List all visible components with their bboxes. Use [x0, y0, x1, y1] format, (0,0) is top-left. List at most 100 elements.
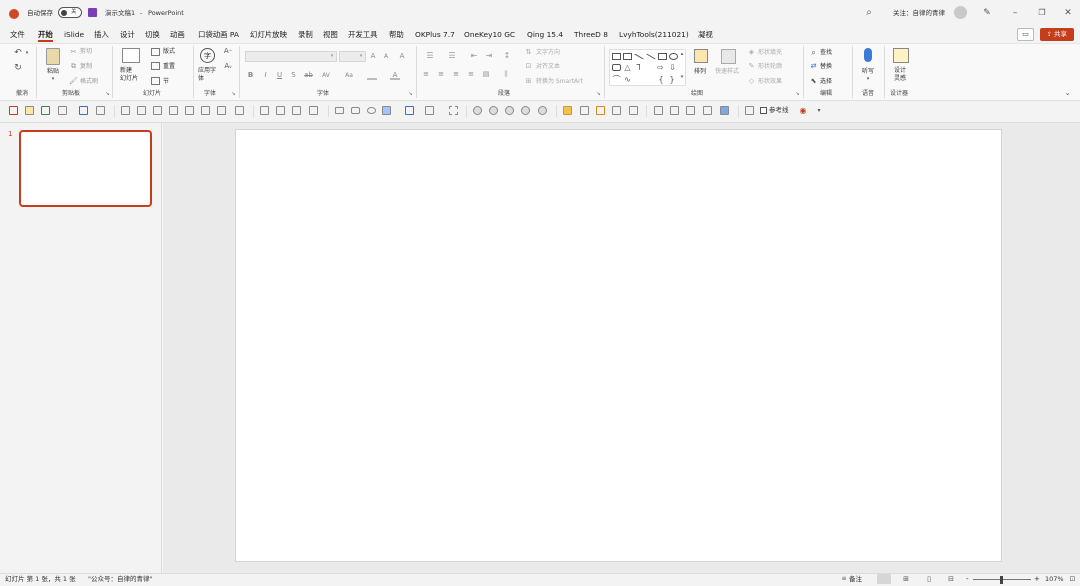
align-middle-icon[interactable] — [137, 106, 146, 115]
text-box-tool-icon[interactable] — [405, 106, 414, 115]
design-ideas-label[interactable]: 设计 灵感 — [894, 67, 906, 82]
drawing-launcher-icon[interactable]: ↘ — [795, 92, 800, 97]
align-text-icon[interactable]: ⊡ — [524, 62, 533, 71]
undo-dropdown-icon[interactable]: ▾ — [24, 49, 30, 57]
tab-transitions[interactable]: 切换 — [145, 31, 160, 39]
reset-icon[interactable] — [151, 62, 160, 70]
paste-icon[interactable] — [46, 48, 60, 65]
design-ideas-icon[interactable] — [893, 48, 909, 63]
tool-lock-icon[interactable] — [596, 106, 605, 115]
tool-brush-icon[interactable] — [580, 106, 589, 115]
tool-fit-icon[interactable] — [686, 106, 695, 115]
font-color-icon[interactable]: A — [390, 71, 400, 80]
right-brace-shape-icon[interactable]: } — [669, 75, 675, 84]
restore-icon[interactable]: ❐ — [1036, 7, 1048, 19]
layout-label[interactable]: 版式 — [163, 49, 175, 55]
clear-formatting-icon[interactable]: A — [397, 52, 407, 61]
zoom-out-button[interactable]: - — [966, 576, 969, 583]
align-bottom-icon[interactable] — [153, 106, 162, 115]
rounded-rect-tool-icon[interactable] — [351, 107, 360, 114]
new-slide-label[interactable]: 新建 幻灯片 — [120, 67, 138, 82]
zoom-in-button[interactable]: + — [1034, 576, 1040, 583]
merge-subtract-icon[interactable] — [538, 106, 547, 115]
shadow-icon[interactable]: S — [289, 71, 298, 80]
tool-pen-icon[interactable] — [612, 106, 621, 115]
slide-canvas[interactable] — [235, 129, 1002, 562]
notes-icon[interactable]: ≡ — [840, 575, 848, 583]
tab-insert[interactable]: 插入 — [94, 31, 109, 39]
shapes-more-icon[interactable]: ▾ — [679, 74, 685, 81]
decrease-font-size-icon[interactable]: A — [381, 52, 391, 61]
tab-qing[interactable]: Qing 15.4 — [527, 31, 563, 39]
paste-label[interactable]: 粘贴 — [47, 69, 59, 75]
shape-fill-tool-icon[interactable] — [382, 106, 391, 115]
ungroup-icon[interactable] — [276, 106, 285, 115]
shape-outline-icon[interactable]: ✎ — [747, 62, 756, 71]
share-button[interactable]: ⇪ 共享 — [1040, 28, 1074, 41]
strikethrough-icon[interactable]: ab — [304, 71, 313, 80]
justify-icon[interactable]: ≡ — [466, 70, 476, 79]
line-spacing-icon[interactable]: ↕ — [499, 51, 515, 61]
character-spacing-icon[interactable]: AV — [318, 71, 334, 80]
underline-icon[interactable]: U — [275, 71, 284, 80]
shapes-gallery[interactable]: △ ⅂ ⇨ ⇩ ⌒ ∿ { } — [609, 49, 686, 86]
tool-image-icon[interactable] — [703, 106, 712, 115]
arrange-icon[interactable] — [694, 49, 708, 63]
guides-checkbox[interactable] — [760, 107, 767, 114]
replace-icon[interactable]: ⇄ — [809, 62, 818, 71]
copy-icon[interactable]: ⧉ — [69, 62, 78, 70]
notes-label[interactable]: 备注 — [849, 576, 862, 583]
elbow-connector-shape-icon[interactable]: ⅂ — [634, 63, 643, 72]
down-arrow-shape-icon[interactable]: ⇩ — [668, 63, 677, 72]
tool-folder-icon[interactable] — [563, 106, 572, 115]
italic-icon[interactable]: I — [261, 71, 270, 80]
close-icon[interactable]: ✕ — [1062, 7, 1074, 19]
quick-styles-icon[interactable] — [721, 49, 736, 64]
freeform-shape-icon[interactable]: ⌒ — [612, 75, 621, 84]
tab-file[interactable]: 文件 — [10, 31, 25, 39]
columns-icon[interactable]: ⫼ — [498, 70, 514, 79]
apply-font-label[interactable]: 应用字 体 — [198, 67, 216, 82]
section-icon[interactable] — [151, 77, 160, 85]
rectangle-shape-icon[interactable] — [658, 53, 667, 60]
arrange-label[interactable]: 排列 — [694, 69, 706, 75]
customize-toolbar-icon[interactable]: ▾ — [815, 106, 823, 116]
merge-fragment-icon[interactable] — [505, 106, 514, 115]
rounded-rect-shape-icon[interactable] — [612, 64, 621, 71]
dictate-label[interactable]: 听写 — [862, 69, 874, 75]
slide-sorter-icon[interactable]: ⊞ — [901, 575, 911, 584]
bold-icon[interactable]: B — [246, 71, 255, 80]
group-icon[interactable] — [260, 106, 269, 115]
search-icon[interactable]: ⌕ — [863, 7, 875, 19]
tool-copy-icon[interactable] — [745, 106, 754, 115]
tool-palette-icon[interactable] — [720, 106, 729, 115]
highlight-color-icon[interactable] — [367, 71, 377, 80]
distribute-h-icon[interactable] — [217, 106, 226, 115]
tab-gaze[interactable]: 凝视 — [698, 31, 713, 39]
font-name-select[interactable] — [245, 51, 337, 62]
convert-smartart-label[interactable]: 转换为 SmartArt — [536, 79, 583, 85]
shape-fill-icon[interactable]: ◈ — [747, 48, 756, 57]
fit-to-window-icon[interactable]: ⊡ — [1068, 575, 1077, 584]
tab-pocket-animation[interactable]: 口袋动画 PA — [198, 31, 239, 39]
tab-slideshow[interactable]: 幻灯片放映 — [250, 31, 287, 39]
triangle-shape-icon[interactable]: △ — [623, 63, 632, 72]
copy-label[interactable]: 复制 — [80, 64, 92, 70]
zoom-slider-thumb[interactable] — [1000, 576, 1003, 584]
merge-union-icon[interactable] — [473, 106, 482, 115]
layout-icon[interactable] — [151, 48, 160, 56]
slideshow-view-icon[interactable]: ⊟ — [946, 575, 956, 584]
merge-combine-icon[interactable] — [489, 106, 498, 115]
tool-1-icon[interactable] — [9, 106, 18, 115]
grow-font-icon[interactable]: A ^ — [223, 47, 233, 56]
comments-button[interactable]: ▭ — [1017, 28, 1034, 41]
font-launcher-icon[interactable]: ↘ — [408, 92, 413, 97]
merge-intersect-icon[interactable] — [521, 106, 530, 115]
left-brace-shape-icon[interactable]: { — [658, 75, 664, 84]
tool-6-icon[interactable] — [96, 106, 105, 115]
tool-3-icon[interactable] — [41, 106, 50, 115]
autosave-toggle[interactable]: 关 — [58, 7, 82, 18]
tab-design[interactable]: 设计 — [120, 31, 135, 39]
replace-label[interactable]: 替换 — [820, 64, 832, 70]
tool-star-icon[interactable] — [629, 106, 638, 115]
